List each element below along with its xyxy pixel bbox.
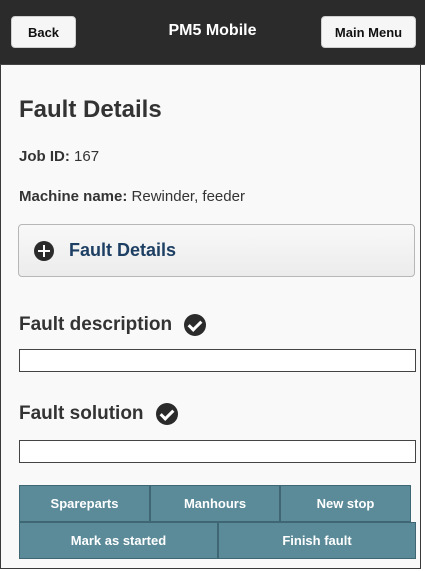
spareparts-button[interactable]: Spareparts xyxy=(19,485,150,522)
machine-name-value: Rewinder, feeder xyxy=(131,188,245,205)
manhours-button[interactable]: Manhours xyxy=(150,485,280,522)
action-row-2: Mark as started Finish fault xyxy=(19,522,416,559)
fault-solution-label: Fault solution xyxy=(19,403,144,424)
fault-description-label: Fault description xyxy=(19,314,173,335)
main-menu-button[interactable]: Main Menu xyxy=(321,16,416,48)
plus-circle-icon xyxy=(34,240,54,261)
fault-solution-heading: Fault solution xyxy=(19,403,178,425)
new-stop-button[interactable]: New stop xyxy=(280,485,411,522)
job-id-label: Job ID: xyxy=(19,148,70,165)
check-circle-icon xyxy=(155,403,178,425)
app-header: Back PM5 Mobile Main Menu xyxy=(0,0,425,65)
mark-as-started-button[interactable]: Mark as started xyxy=(19,522,218,559)
fault-details-collapsible[interactable]: Fault Details xyxy=(18,224,415,277)
job-id-line: Job ID: 167 xyxy=(19,148,99,165)
app-title: PM5 Mobile xyxy=(168,22,257,39)
check-circle-icon xyxy=(184,314,207,336)
machine-name-line: Machine name: Rewinder, feeder xyxy=(19,188,245,205)
page-title: Fault Details xyxy=(19,96,162,123)
machine-name-label: Machine name: xyxy=(19,188,128,205)
finish-fault-button[interactable]: Finish fault xyxy=(218,522,416,559)
job-id-value: 167 xyxy=(74,148,100,165)
app-frame xyxy=(0,0,421,569)
action-row-1: Spareparts Manhours New stop xyxy=(19,485,411,522)
collapsible-label: Fault Details xyxy=(69,240,177,260)
fault-description-input[interactable] xyxy=(19,349,416,372)
back-button[interactable]: Back xyxy=(11,16,76,48)
fault-solution-input[interactable] xyxy=(19,440,416,463)
fault-description-heading: Fault description xyxy=(19,314,207,336)
